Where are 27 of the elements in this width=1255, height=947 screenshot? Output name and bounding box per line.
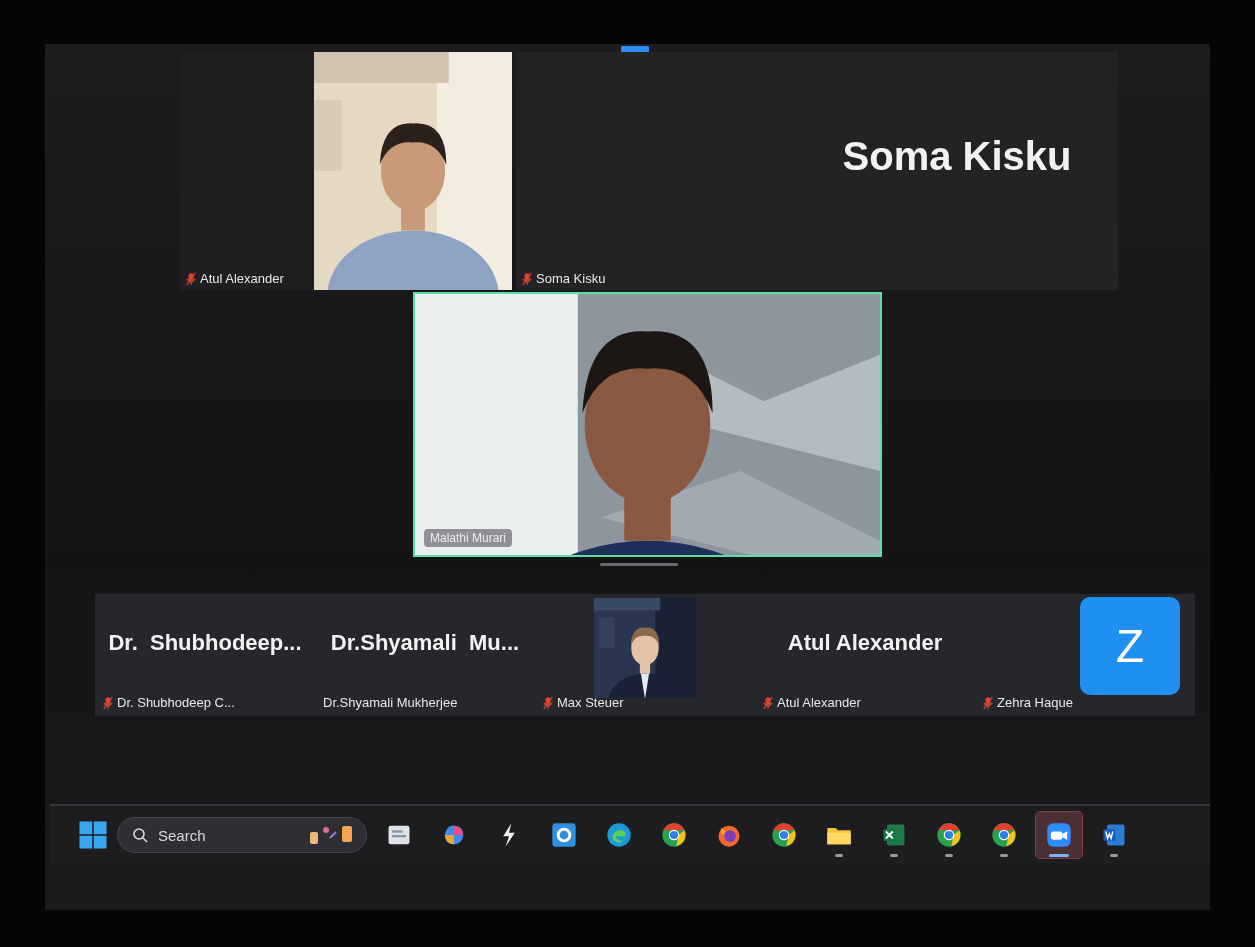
participant-name: Dr. Shubhodeep C... (117, 695, 235, 710)
participant-name: Zehra Haque (997, 695, 1073, 710)
search-field[interactable]: Search (156, 825, 280, 845)
browser-icon (660, 821, 688, 849)
browser-icon (990, 821, 1018, 849)
participant-name: Atul Alexander (777, 695, 861, 710)
participant-name: Atul Alexander (200, 271, 284, 286)
avatar-initial: Z (1080, 597, 1180, 695)
search-bar[interactable]: Search (117, 817, 367, 853)
participant-display-name: Dr. Shubhodeep... (108, 630, 302, 656)
participant-name: Max Steuer (557, 695, 624, 710)
browser-icon (935, 821, 963, 849)
participant-name: Dr.Shyamali Mukherjee (323, 695, 458, 710)
gear-icon (550, 821, 578, 849)
participant-name: Soma Kisku (536, 271, 606, 286)
search-icon (132, 827, 148, 843)
browser-icon (770, 821, 798, 849)
video-camera-icon (1045, 821, 1073, 849)
participant-display-name: Dr.Shyamali Mu... (330, 630, 520, 656)
start-icon[interactable] (78, 820, 108, 850)
participant-display-name: Soma Kisku (842, 133, 1072, 179)
participant-display-name: Atul Alexander (787, 630, 943, 656)
participant-name: Malathi Murari (424, 529, 513, 547)
browser-icon (605, 821, 633, 849)
drag-handle[interactable] (621, 46, 649, 52)
resize-handle[interactable] (600, 563, 678, 566)
taskbar-app[interactable] (1036, 812, 1082, 858)
